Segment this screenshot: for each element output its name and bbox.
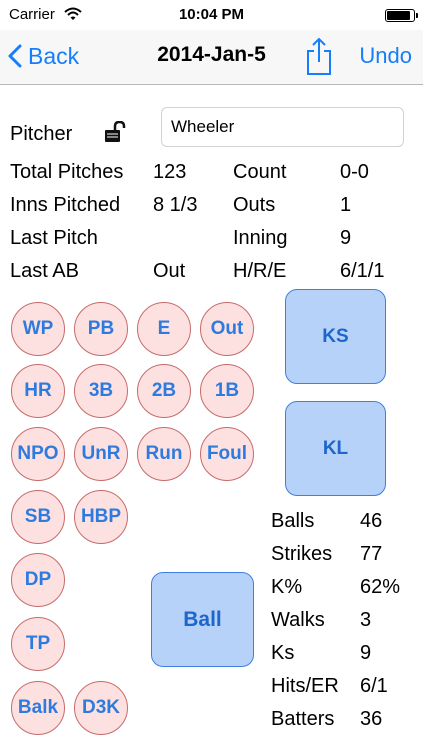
strikes-label: Strikes	[271, 543, 333, 565]
unr-button[interactable]: UnR	[74, 427, 128, 481]
pb-button[interactable]: PB	[74, 302, 128, 356]
undo-button[interactable]: Undo	[359, 43, 412, 69]
hr-button[interactable]: HR	[11, 364, 65, 418]
share-icon	[307, 37, 331, 75]
ks-value: 9	[360, 642, 372, 664]
inns-pitched-value: 8 1/3	[153, 194, 198, 216]
hbp-button[interactable]: HBP	[74, 490, 128, 544]
foul-button[interactable]: Foul	[200, 427, 254, 481]
k-percent-value: 62%	[360, 576, 401, 598]
k-percent-label: K%	[271, 576, 303, 598]
battery-icon	[385, 9, 418, 22]
count-label: Count	[233, 161, 287, 183]
run-button[interactable]: Run	[137, 427, 191, 481]
dp-button[interactable]: DP	[11, 553, 65, 607]
hits-er-value: 6/1	[360, 675, 388, 697]
hre-label: H/R/E	[233, 260, 287, 282]
last-ab-label: Last AB	[10, 260, 79, 282]
wp-button[interactable]: WP	[11, 302, 65, 356]
pitcher-label: Pitcher	[10, 123, 73, 145]
outs-value: 1	[340, 194, 352, 216]
out-button[interactable]: Out	[200, 302, 254, 356]
balk-button[interactable]: Balk	[11, 681, 65, 735]
sb-button[interactable]: SB	[11, 490, 65, 544]
count-value: 0-0	[340, 161, 369, 183]
status-time: 10:04 PM	[178, 6, 245, 23]
2b-button[interactable]: 2B	[137, 364, 191, 418]
inns-pitched-label: Inns Pitched	[10, 194, 121, 216]
pitcher-name-field[interactable]: Wheeler	[161, 107, 404, 147]
unlocked-padlock-icon	[105, 120, 126, 142]
kl-button[interactable]: KL	[285, 401, 386, 496]
hre-value: 6/1/1	[340, 260, 385, 282]
walks-value: 3	[360, 609, 372, 631]
last-ab-value: Out	[153, 260, 186, 282]
ks-label: Ks	[271, 642, 295, 664]
balls-value: 46	[360, 510, 383, 532]
outs-label: Outs	[233, 194, 276, 216]
walks-label: Walks	[271, 609, 325, 631]
balls-label: Balls	[271, 510, 315, 532]
status-bar: Carrier 10:04 PM	[0, 0, 423, 30]
total-pitches-label: Total Pitches	[10, 161, 124, 183]
ball-button[interactable]: Ball	[151, 572, 254, 667]
strikes-value: 77	[360, 543, 383, 565]
total-pitches-value: 123	[153, 161, 187, 183]
3b-button[interactable]: 3B	[74, 364, 128, 418]
share-button[interactable]	[305, 36, 333, 76]
d3k-button[interactable]: D3K	[74, 681, 128, 735]
batters-label: Batters	[271, 708, 335, 730]
hits-er-label: Hits/ER	[271, 675, 339, 697]
inning-label: Inning	[233, 227, 288, 249]
tp-button[interactable]: TP	[11, 617, 65, 671]
npo-button[interactable]: NPO	[11, 427, 65, 481]
last-pitch-label: Last Pitch	[10, 227, 98, 249]
batters-value: 36	[360, 708, 383, 730]
e-button[interactable]: E	[137, 302, 191, 356]
ks-button[interactable]: KS	[285, 289, 386, 384]
inning-value: 9	[340, 227, 352, 249]
1b-button[interactable]: 1B	[200, 364, 254, 418]
lock-button[interactable]	[104, 120, 128, 143]
nav-bar: Back 2014-Jan-5 Undo	[0, 30, 423, 85]
